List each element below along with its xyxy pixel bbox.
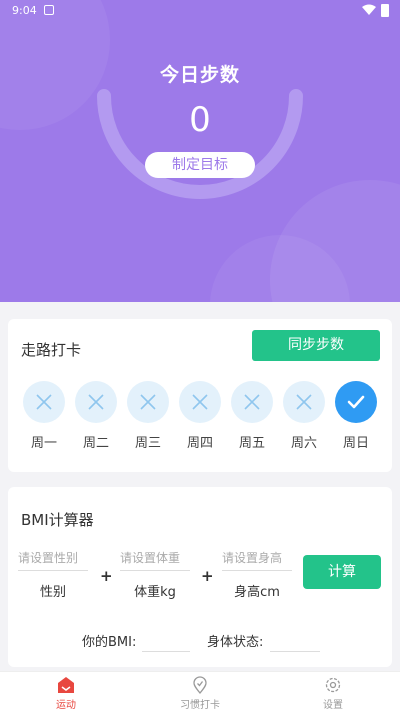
body-status-label: 身体状态: (207, 635, 264, 650)
tab-label: 设置 (323, 700, 343, 711)
set-goal-button[interactable]: 制定目标 (145, 152, 255, 178)
day-checkin-tue[interactable]: 周二 (75, 381, 117, 451)
height-field[interactable]: 请设置身高 身高cm (222, 549, 292, 600)
walk-checkin-card: 走路打卡 同步步数 周一 周二 周三 周四 周五 周六 周日 (8, 319, 392, 472)
check-icon (335, 381, 377, 423)
day-checkin-thu[interactable]: 周四 (179, 381, 221, 451)
body-status-value (270, 651, 320, 652)
day-checkin-wed[interactable]: 周三 (127, 381, 169, 451)
exercise-icon (58, 677, 74, 693)
weight-field[interactable]: 请设置体重 体重kg (120, 549, 190, 600)
close-icon (231, 381, 273, 423)
steps-count: 0 (189, 100, 211, 140)
day-label: 周三 (134, 436, 161, 451)
day-checkin-sat[interactable]: 周六 (283, 381, 325, 451)
close-icon (179, 381, 221, 423)
sync-steps-button[interactable]: 同步步数 (252, 330, 380, 361)
height-placeholder: 请设置身高 (222, 549, 292, 571)
bmi-calculator-card: BMI计算器 请设置性别 性别 + 请设置体重 体重kg + 请设置身高 身高c… (8, 487, 392, 667)
notification-icon (44, 5, 54, 15)
status-time: 9:04 (12, 4, 37, 17)
wifi-icon (362, 4, 376, 15)
tab-exercise[interactable]: 运动 (26, 676, 106, 711)
location-pin-icon (193, 676, 207, 694)
gender-placeholder: 请设置性别 (18, 549, 88, 571)
tab-label: 运动 (56, 700, 76, 711)
steps-title: 今日步数 (159, 64, 240, 86)
bottom-tab-bar: 运动 习惯打卡 设置 (0, 671, 400, 711)
day-label: 周四 (186, 436, 213, 451)
plus-sign: + (100, 567, 113, 585)
close-icon (283, 381, 325, 423)
bmi-result-value (142, 651, 190, 652)
day-checkin-fri[interactable]: 周五 (231, 381, 273, 451)
gear-icon (325, 677, 341, 693)
day-label: 周日 (342, 436, 369, 451)
tab-settings[interactable]: 设置 (293, 676, 373, 711)
close-icon (23, 381, 65, 423)
bmi-card-title: BMI计算器 (21, 511, 94, 529)
walk-card-title: 走路打卡 (21, 341, 82, 359)
day-label: 周六 (290, 436, 317, 451)
status-bar: 9:04 (0, 0, 400, 22)
battery-icon (381, 4, 389, 17)
day-checkin-mon[interactable]: 周一 (23, 381, 65, 451)
tab-label: 习惯打卡 (180, 700, 220, 711)
weight-placeholder: 请设置体重 (120, 549, 190, 571)
close-icon (127, 381, 169, 423)
day-checkin-sun[interactable]: 周日 (335, 381, 377, 451)
close-icon (75, 381, 117, 423)
tab-habit-checkin[interactable]: 习惯打卡 (160, 676, 240, 711)
plus-sign: + (201, 567, 214, 585)
height-label: 身高cm (234, 585, 280, 600)
day-label: 周二 (82, 436, 109, 451)
gender-label: 性别 (39, 585, 66, 600)
gender-field[interactable]: 请设置性别 性别 (18, 549, 88, 600)
day-label: 周五 (238, 436, 265, 451)
weight-label: 体重kg (134, 585, 176, 600)
calculate-button[interactable]: 计算 (303, 555, 381, 589)
bmi-result-label: 你的BMI: (82, 635, 137, 650)
steps-header: 9:04 今日步数 0 制定目标 (0, 0, 400, 302)
day-label: 周一 (30, 436, 57, 451)
